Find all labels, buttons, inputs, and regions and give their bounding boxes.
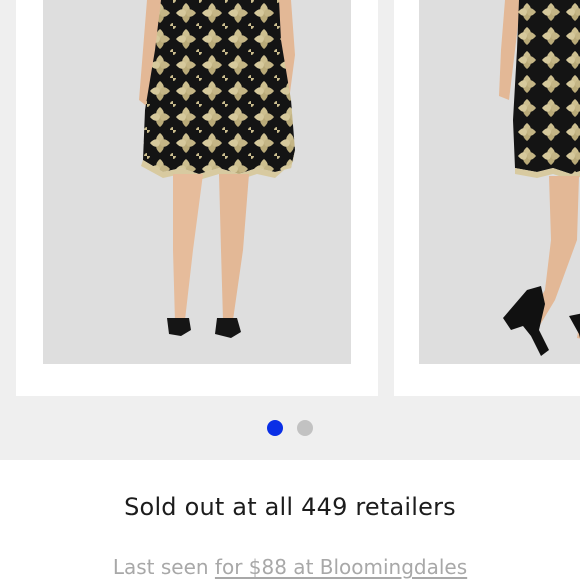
skirt-photo-illustration — [43, 0, 351, 364]
carousel-slide-2[interactable] — [394, 0, 580, 396]
skirt-photo-illustration-2 — [419, 0, 580, 364]
product-photo-side — [419, 0, 580, 364]
pagination-dot-1[interactable] — [267, 420, 283, 436]
image-carousel[interactable] — [0, 0, 580, 460]
last-seen-retailer-link[interactable]: for $88 at Bloomingdales — [215, 555, 467, 579]
last-seen-text: Last seen for $88 at Bloomingdales — [0, 555, 580, 579]
last-seen-prefix: Last seen — [112, 555, 209, 579]
pagination-dot-2[interactable] — [297, 420, 313, 436]
availability-status: Sold out at all 449 retailers — [124, 493, 456, 521]
product-photo-front — [43, 0, 351, 364]
carousel-slide-1[interactable] — [16, 0, 378, 396]
carousel-pagination — [0, 420, 580, 436]
product-screen: Sold out at all 449 retailers Last seen … — [0, 0, 580, 580]
